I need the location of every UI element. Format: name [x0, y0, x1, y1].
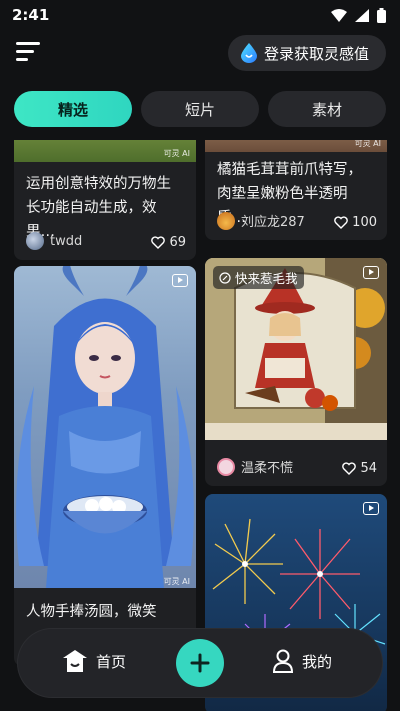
- login-button[interactable]: 登录获取灵感值: [228, 35, 386, 71]
- card-author[interactable]: 温柔不慌: [217, 457, 293, 476]
- watermark: 可灵 AI: [163, 577, 190, 586]
- watermark: 可灵 AI: [163, 149, 190, 158]
- like-count: 100: [352, 215, 377, 230]
- tab-shorts-label: 短片: [184, 100, 215, 119]
- card-author[interactable]: 刘应龙287: [217, 211, 305, 230]
- drop-icon: [241, 43, 257, 63]
- watermark: 可灵 AI: [354, 140, 381, 148]
- menu-icon[interactable]: [16, 42, 42, 64]
- card-thumbnail: 可灵 AI: [14, 140, 196, 162]
- like-count: 54: [360, 461, 377, 476]
- plus-icon: [190, 653, 210, 673]
- nav-mine-label: 我的: [302, 652, 333, 671]
- like-button[interactable]: 69: [151, 235, 186, 250]
- nav-mine[interactable]: 我的: [272, 649, 332, 673]
- character-illustration: [16, 266, 194, 588]
- nav-home-label: 首页: [96, 652, 127, 671]
- tab-featured[interactable]: 精选: [14, 91, 132, 127]
- image-tag-label: 快来惹毛我: [235, 271, 298, 286]
- tab-bar: 精选 短片 素材: [14, 91, 386, 127]
- signal-icon: [355, 8, 369, 22]
- status-icons: [331, 7, 386, 23]
- image-tag: 快来惹毛我: [213, 266, 304, 289]
- login-label: 登录获取灵感值: [264, 44, 370, 63]
- home-icon: [63, 650, 87, 672]
- author-name: 温柔不慌: [241, 461, 294, 476]
- feed-card[interactable]: 快来惹毛我 温柔不慌 54: [205, 258, 387, 486]
- card-thumbnail: 快来惹毛我: [205, 258, 387, 440]
- video-icon: [363, 266, 379, 279]
- feed-card[interactable]: 可灵 AI 运用创意特效的万物生长功能自动生成，效果… twdd 69: [14, 140, 196, 260]
- user-icon: [272, 649, 294, 673]
- like-button[interactable]: 100: [334, 215, 377, 230]
- nav-home[interactable]: 首页: [62, 649, 126, 673]
- tab-shorts[interactable]: 短片: [141, 91, 259, 127]
- avatar: [217, 457, 235, 476]
- card-author[interactable]: twdd: [26, 232, 82, 250]
- wifi-icon: [331, 8, 347, 22]
- tab-materials[interactable]: 素材: [268, 91, 386, 127]
- bottom-nav: 首页 我的: [18, 629, 382, 697]
- heart-icon: [342, 462, 357, 475]
- tab-materials-label: 素材: [311, 100, 342, 119]
- tab-featured-label: 精选: [57, 100, 88, 119]
- card-title: 人物手捧汤圆，微笑: [26, 604, 157, 620]
- like-count: 69: [169, 235, 186, 250]
- video-icon: [172, 274, 188, 287]
- author-name: 刘应龙287: [241, 215, 305, 230]
- card-thumbnail: 可灵 AI: [14, 266, 196, 588]
- create-button[interactable]: [176, 639, 224, 687]
- heart-icon: [151, 236, 166, 249]
- card-thumbnail: 可灵 AI: [205, 140, 387, 152]
- like-button[interactable]: 54: [342, 461, 377, 476]
- status-bar: 2:41: [0, 0, 400, 30]
- feed-grid: 可灵 AI 运用创意特效的万物生长功能自动生成，效果… twdd 69 可灵 A…: [0, 140, 400, 711]
- avatar: [217, 211, 235, 230]
- feed-card[interactable]: 可灵 AI 橘猫毛茸茸前爪特写，肉垫呈嫩粉色半透明质… 刘应龙287 100: [205, 140, 387, 240]
- status-time: 2:41: [12, 6, 50, 24]
- feed-card[interactable]: 可灵 AI 人物手捧汤圆，微笑: [14, 266, 196, 666]
- battery-icon: [377, 7, 386, 23]
- video-icon: [363, 502, 379, 515]
- edit-icon: [219, 271, 231, 284]
- heart-icon: [334, 216, 348, 229]
- top-bar: 登录获取灵感值: [0, 34, 400, 74]
- avatar: [26, 232, 44, 250]
- author-name: twdd: [50, 233, 83, 249]
